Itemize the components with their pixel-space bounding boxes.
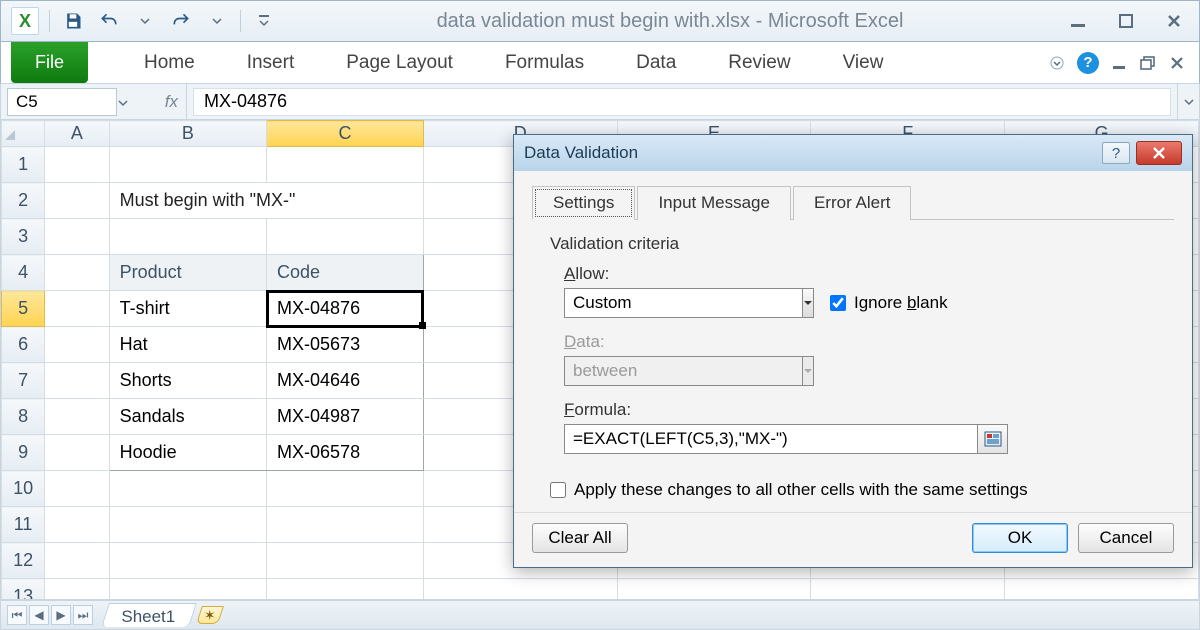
row-header[interactable]: 6 xyxy=(2,327,45,363)
cell[interactable]: MX-05673 xyxy=(267,327,424,363)
select-all-cell[interactable] xyxy=(2,121,45,147)
row-header[interactable]: 8 xyxy=(2,399,45,435)
formula-label: Formula: xyxy=(564,400,1156,420)
last-sheet-button[interactable]: ⏭ xyxy=(73,605,93,625)
undo-button[interactable] xyxy=(96,8,122,34)
row-header[interactable]: 12 xyxy=(2,543,45,579)
cell[interactable]: Shorts xyxy=(109,363,266,399)
cell[interactable]: Hoodie xyxy=(109,435,266,471)
formula-input[interactable] xyxy=(564,424,978,454)
row-header[interactable]: 1 xyxy=(2,147,45,183)
row-header[interactable]: 7 xyxy=(2,363,45,399)
maximize-button[interactable] xyxy=(1111,10,1141,32)
clear-all-button[interactable]: Clear All xyxy=(532,523,628,553)
row-header[interactable]: 2 xyxy=(2,183,45,219)
tab-insert[interactable]: Insert xyxy=(221,42,321,83)
tab-input-message[interactable]: Input Message xyxy=(637,186,791,220)
row-header[interactable]: 10 xyxy=(2,471,45,507)
workbook-minimize-icon[interactable] xyxy=(1111,56,1127,70)
sheet-tab[interactable]: Sheet1 xyxy=(101,603,197,627)
new-sheet-button[interactable]: ✶ xyxy=(196,606,224,624)
cell-active[interactable]: MX-04876 xyxy=(267,291,424,327)
allow-combobox[interactable] xyxy=(564,288,810,318)
col-header-B[interactable]: B xyxy=(109,121,266,147)
row-header[interactable]: 11 xyxy=(2,507,45,543)
close-button[interactable] xyxy=(1159,10,1189,32)
cell[interactable]: MX-06578 xyxy=(267,435,424,471)
col-header-A[interactable]: A xyxy=(45,121,109,147)
allow-label: Allow: xyxy=(564,264,1156,284)
ignore-blank-checkbox[interactable]: Ignore blank xyxy=(830,293,948,313)
chevron-down-icon[interactable] xyxy=(204,8,230,34)
data-validation-dialog: Data Validation ? Settings Input Message… xyxy=(513,134,1193,568)
chevron-down-icon[interactable] xyxy=(1049,55,1065,71)
formula-bar: C5 fx MX-04876 xyxy=(0,84,1200,120)
expand-formula-bar[interactable] xyxy=(1177,84,1199,119)
cell[interactable]: T-shirt xyxy=(109,291,266,327)
chevron-down-icon xyxy=(802,356,814,386)
cell[interactable]: MX-04646 xyxy=(267,363,424,399)
name-box[interactable]: C5 xyxy=(7,88,117,116)
tab-formulas[interactable]: Formulas xyxy=(479,42,610,83)
row-header[interactable]: 4 xyxy=(2,255,45,291)
row-header[interactable]: 9 xyxy=(2,435,45,471)
tab-view[interactable]: View xyxy=(817,42,910,83)
prev-sheet-button[interactable]: ◀ xyxy=(29,605,49,625)
tab-home[interactable]: Home xyxy=(118,42,221,83)
chevron-down-icon[interactable] xyxy=(802,288,814,318)
sheet-title: Must begin with "MX-" xyxy=(109,183,423,219)
sheet-tab-bar: ⏮ ◀ ▶ ⏭ Sheet1 ✶ xyxy=(0,600,1200,630)
dialog-tabs: Settings Input Message Error Alert xyxy=(532,185,1174,220)
validation-criteria-label: Validation criteria xyxy=(550,234,1156,254)
range-selector-button[interactable] xyxy=(978,424,1008,454)
dialog-title: Data Validation xyxy=(524,143,638,163)
dialog-close-button[interactable] xyxy=(1136,141,1182,165)
first-sheet-button[interactable]: ⏮ xyxy=(7,605,27,625)
data-combobox xyxy=(564,356,810,386)
tab-review[interactable]: Review xyxy=(702,42,816,83)
excel-logo-icon[interactable]: X xyxy=(11,7,39,35)
workbook-close-icon[interactable] xyxy=(1169,55,1185,71)
minimize-button[interactable] xyxy=(1063,10,1093,32)
cell[interactable]: MX-04987 xyxy=(267,399,424,435)
quick-access-toolbar: X xyxy=(11,7,277,35)
ribbon: File Home Insert Page Layout Formulas Da… xyxy=(0,42,1200,84)
save-button[interactable] xyxy=(60,8,86,34)
cell[interactable]: Sandals xyxy=(109,399,266,435)
tab-error-alert[interactable]: Error Alert xyxy=(793,186,912,220)
tab-data[interactable]: Data xyxy=(610,42,702,83)
customize-qat-button[interactable] xyxy=(251,8,277,34)
name-box-value: C5 xyxy=(16,92,38,112)
row-header[interactable]: 5 xyxy=(2,291,45,327)
cell[interactable]: Hat xyxy=(109,327,266,363)
tab-page-layout[interactable]: Page Layout xyxy=(320,42,479,83)
formula-input[interactable]: MX-04876 xyxy=(193,88,1171,116)
apply-all-checkbox[interactable]: Apply these changes to all other cells w… xyxy=(550,480,1156,500)
name-box-dropdown[interactable] xyxy=(116,94,130,112)
data-value xyxy=(564,356,802,386)
document-title: data validation must begin with.xlsx - M… xyxy=(277,10,1063,33)
tab-settings[interactable]: Settings xyxy=(532,186,635,220)
cancel-button[interactable]: Cancel xyxy=(1078,523,1174,553)
data-label: Data: xyxy=(564,332,1156,352)
file-tab[interactable]: File xyxy=(11,42,88,83)
dialog-help-button[interactable]: ? xyxy=(1102,142,1130,164)
col-header-C[interactable]: C xyxy=(267,121,424,147)
allow-value[interactable] xyxy=(564,288,802,318)
chevron-down-icon[interactable] xyxy=(132,8,158,34)
help-icon[interactable]: ? xyxy=(1077,52,1099,74)
row-header[interactable]: 3 xyxy=(2,219,45,255)
row-header[interactable]: 13 xyxy=(2,579,45,601)
ok-button[interactable]: OK xyxy=(972,523,1068,553)
workbook-restore-icon[interactable] xyxy=(1139,55,1157,71)
table-header-code[interactable]: Code xyxy=(267,255,424,291)
redo-button[interactable] xyxy=(168,8,194,34)
next-sheet-button[interactable]: ▶ xyxy=(51,605,71,625)
dialog-title-bar[interactable]: Data Validation ? xyxy=(514,135,1192,171)
table-header-product[interactable]: Product xyxy=(109,255,266,291)
title-bar: X data validation must begin with.xlsx -… xyxy=(0,0,1200,42)
